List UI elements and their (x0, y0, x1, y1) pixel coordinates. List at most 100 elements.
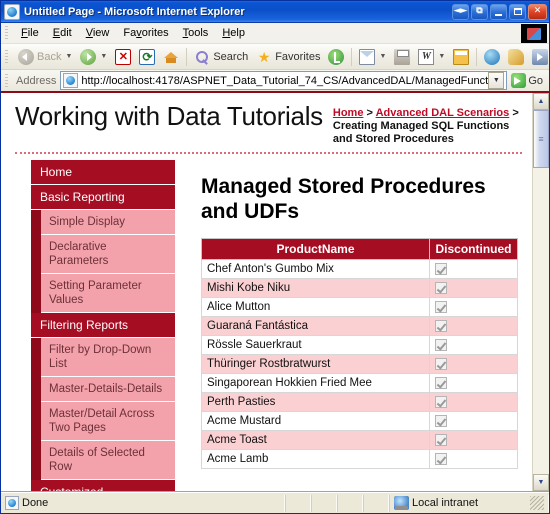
discontinued-checkbox (435, 320, 447, 333)
menu-drag-grip[interactable] (3, 25, 11, 41)
address-drag-grip[interactable] (3, 73, 11, 89)
table-row: Acme Toast (201, 430, 518, 451)
cell-productname: Thüringer Rostbratwurst (201, 354, 430, 375)
minimize-icon (495, 13, 502, 16)
sidebar-item-filter-by-drop-down-list[interactable]: Filter by Drop-Down List (41, 338, 175, 377)
minimize-button[interactable] (490, 3, 507, 20)
media-icon (532, 48, 549, 65)
close-button[interactable]: ✕ (528, 3, 547, 20)
toolbar-separator (186, 47, 188, 66)
cell-productname: Acme Mustard (201, 411, 430, 432)
sidebar-group-filtering-reports: Filter by Drop-Down List Master-Details-… (31, 338, 175, 480)
maximize-icon (513, 8, 522, 15)
forward-arrow-icon (80, 48, 97, 65)
menu-view[interactable]: View (79, 25, 117, 41)
go-label: Go (528, 74, 543, 87)
cell-productname: Chef Anton's Gumbo Mix (201, 258, 430, 280)
scroll-down-button[interactable]: ▼ (533, 474, 549, 491)
forward-dropdown-icon[interactable]: ▼ (100, 53, 107, 60)
home-button[interactable] (159, 46, 183, 68)
intranet-zone-icon (394, 496, 409, 510)
sidebar-item-setting-parameter-values[interactable]: Setting Parameter Values (41, 274, 175, 313)
table-row: Rössle Sauerkraut (201, 335, 518, 356)
cell-productname: Singaporean Hokkien Fried Mee (201, 373, 430, 394)
msn-button[interactable] (480, 46, 504, 68)
mail-button[interactable]: ▼ (355, 46, 390, 68)
menu-bar: File Edit View Favorites Tools Help (1, 23, 549, 44)
sidebar-item-master-detail-across-two-pages[interactable]: Master/Detail Across Two Pages (41, 402, 175, 441)
discontinued-checkbox (435, 434, 447, 447)
breadcrumb-home-link[interactable]: Home (333, 107, 364, 119)
column-header-productname[interactable]: ProductName (201, 238, 430, 260)
content-heading: Managed Stored Procedures and UDFs (201, 175, 486, 223)
history-clock-icon (328, 48, 345, 65)
table-header-row: ProductName Discontinued (201, 238, 518, 260)
windows-logo-icon (521, 24, 547, 43)
edit-button[interactable]: ▼ (414, 46, 449, 68)
maximize-button[interactable] (509, 3, 526, 20)
status-pane-4 (363, 494, 389, 512)
menu-tools[interactable]: Tools (176, 25, 216, 41)
search-icon (194, 49, 210, 65)
vertical-scrollbar[interactable]: ▲ ▼ (532, 93, 549, 491)
products-table: ProductName Discontinued Chef Anton's Gu… (201, 238, 518, 470)
refresh-button[interactable] (135, 46, 159, 68)
resize-grip[interactable] (530, 496, 544, 510)
go-arrow-icon (511, 73, 527, 88)
toolbar-drag-grip[interactable] (3, 49, 11, 65)
discontinued-checkbox (435, 415, 447, 428)
favorites-button[interactable]: ★ Favorites (252, 46, 324, 68)
sidebar-item-basic-reporting[interactable]: Basic Reporting (31, 185, 175, 210)
print-button[interactable] (390, 46, 414, 68)
cell-productname: Rössle Sauerkraut (201, 335, 430, 356)
sidebar-item-home[interactable]: Home (31, 160, 175, 185)
breadcrumb-section-link[interactable]: Advanced DAL Scenarios (376, 107, 510, 119)
restore-down-button[interactable]: ◄► (452, 3, 469, 20)
document-icon (5, 496, 19, 510)
stop-button[interactable] (111, 46, 135, 68)
new-window-icon: ⧉ (476, 6, 483, 16)
discontinued-checkbox (435, 453, 447, 466)
new-window-button[interactable]: ⧉ (471, 3, 488, 20)
address-dropdown-button[interactable]: ▼ (488, 72, 505, 89)
discontinued-checkbox (435, 301, 447, 314)
cell-discontinued (429, 335, 518, 356)
sidebar-item-master-details-details[interactable]: Master-Details-Details (41, 377, 175, 402)
menu-file[interactable]: File (14, 25, 46, 41)
sidebar-item-simple-display[interactable]: Simple Display (41, 210, 175, 235)
messenger-button[interactable] (504, 46, 528, 68)
mail-dropdown-icon[interactable]: ▼ (379, 53, 386, 60)
sidebar-item-details-of-selected-row[interactable]: Details of Selected Row (41, 441, 175, 480)
sidebar-item-customized[interactable]: Customized (31, 480, 175, 491)
back-button[interactable]: Back ▼ (14, 46, 76, 68)
notes-button[interactable] (449, 46, 473, 68)
search-button[interactable]: Search (190, 46, 252, 68)
forward-button[interactable]: ▼ (76, 46, 111, 68)
scrollbar-thumb[interactable] (533, 110, 549, 168)
cell-productname: Alice Mutton (201, 297, 430, 318)
menu-edit[interactable]: Edit (46, 25, 79, 41)
address-label: Address (16, 74, 57, 87)
back-dropdown-icon[interactable]: ▼ (65, 53, 72, 60)
menu-favorites[interactable]: Favorites (116, 25, 175, 41)
media-button[interactable] (528, 46, 549, 68)
column-header-discontinued[interactable]: Discontinued (429, 238, 518, 260)
cell-discontinued (429, 258, 518, 280)
sidebar-item-filtering-reports[interactable]: Filtering Reports (31, 313, 175, 338)
security-zone[interactable]: Local intranet (389, 494, 549, 512)
cell-productname: Acme Toast (201, 430, 430, 451)
address-input[interactable]: http://localhost:4178/ASPNET_Data_Tutori… (60, 71, 508, 90)
discontinued-checkbox (435, 358, 447, 371)
table-row: Chef Anton's Gumbo Mix (201, 258, 518, 280)
edit-dropdown-icon[interactable]: ▼ (438, 53, 445, 60)
cell-discontinued (429, 392, 518, 413)
table-row: Guaraná Fantástica (201, 316, 518, 337)
scrollbar-track[interactable] (533, 110, 549, 474)
page-favicon (63, 73, 79, 88)
scroll-up-button[interactable]: ▲ (533, 93, 549, 110)
history-button[interactable] (324, 46, 348, 68)
go-button[interactable]: Go (507, 73, 547, 88)
menu-help[interactable]: Help (215, 25, 252, 41)
sidebar-item-declarative-parameters[interactable]: Declarative Parameters (41, 235, 175, 274)
messenger-icon (508, 48, 525, 65)
